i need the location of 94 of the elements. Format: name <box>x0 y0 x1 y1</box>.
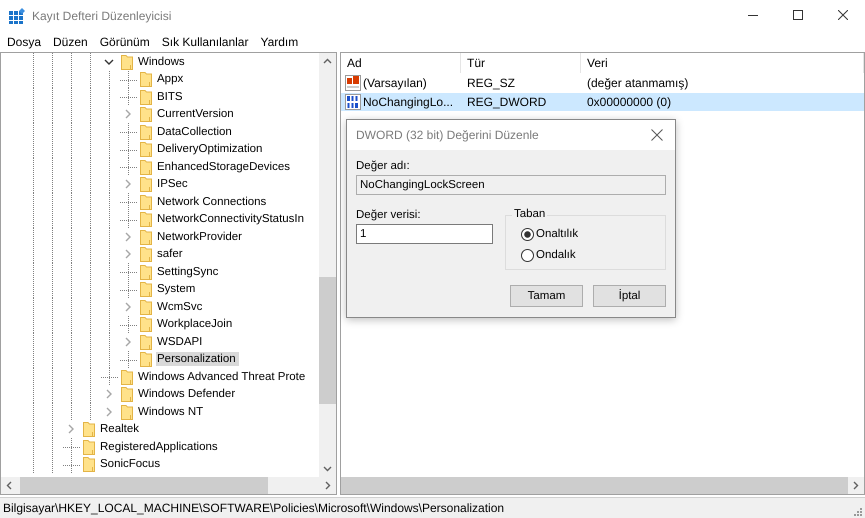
tree-item[interactable]: NetworkProvider <box>156 230 245 244</box>
radio-label[interactable]: Ondalık <box>536 249 576 261</box>
tree-item[interactable]: DataCollection <box>156 124 235 139</box>
menu-item[interactable]: Sık Kullanılanlar <box>156 33 254 51</box>
folder-icon <box>140 211 152 228</box>
menu-item[interactable]: Dosya <box>1 33 48 51</box>
folder-icon <box>140 264 152 280</box>
folder-icon <box>140 88 152 105</box>
tree-item[interactable]: Personalization <box>156 352 239 366</box>
folder-icon <box>83 438 95 455</box>
tree-item[interactable]: Windows Advanced Threat Prote <box>137 370 308 384</box>
radio-button[interactable] <box>521 228 534 240</box>
tree-item[interactable]: SettingSync <box>156 264 222 279</box>
chevron-left-icon[interactable] <box>6 481 12 490</box>
folder-icon <box>140 298 152 315</box>
folder-icon <box>121 404 133 420</box>
scrollbar-thumb[interactable] <box>20 477 268 494</box>
folder-icon <box>140 158 152 175</box>
folder-icon <box>140 281 152 298</box>
folder-icon <box>121 54 133 70</box>
registry-editor-icon <box>9 8 25 24</box>
tree-item[interactable]: EnhancedStorageDevices <box>156 160 293 174</box>
folder-icon <box>121 386 133 402</box>
folder-icon <box>140 246 152 262</box>
binary-value-icon <box>345 94 361 110</box>
close-icon[interactable] <box>651 129 663 141</box>
value-name-field[interactable]: NoChangingLockScreen <box>356 175 666 195</box>
value-data: (değer atanmamış) <box>587 76 688 90</box>
vertical-scrollbar[interactable] <box>319 53 336 477</box>
folder-icon <box>140 141 152 158</box>
menu-item[interactable]: Görünüm <box>94 33 156 51</box>
folder-icon <box>140 176 152 192</box>
tree-item[interactable]: safer <box>156 247 186 262</box>
folder-icon <box>140 228 152 245</box>
folder-icon <box>140 334 152 350</box>
tree-item[interactable]: DeliveryOptimization <box>156 142 266 156</box>
tree-item[interactable]: WcmSvc <box>156 300 206 314</box>
value-type: REG_SZ <box>467 76 516 90</box>
window-title: Kayıt Defteri Düzenleyicisi <box>32 9 172 23</box>
folder-icon <box>83 421 95 438</box>
tree-item[interactable]: Windows NT <box>137 404 206 419</box>
tree-item[interactable]: IPSec <box>156 177 191 192</box>
tree-item[interactable]: RegisteredApplications <box>99 440 221 454</box>
value-data: 0x00000000 (0) <box>587 95 672 109</box>
tree-item[interactable]: WorkplaceJoin <box>156 317 236 332</box>
column-header[interactable]: Ad <box>341 53 461 73</box>
value-row[interactable]: NoChangingLo... REG_DWORD 0x00000000 (0) <box>341 93 864 111</box>
tree-item[interactable]: Realtek <box>99 422 142 436</box>
value-name: (Varsayılan) <box>363 76 427 90</box>
dialog-button[interactable]: Tamam <box>510 285 583 307</box>
dialog-title: DWORD (32 bit) Değerini Düzenle <box>356 128 540 142</box>
folder-icon <box>121 368 133 385</box>
group-title: Taban <box>512 208 548 220</box>
value-row[interactable]: (Varsayılan) REG_SZ (değer atanmamış) <box>341 74 864 92</box>
column-header[interactable]: Tür <box>461 53 581 73</box>
chevron-right-icon[interactable] <box>325 481 331 490</box>
radio-button[interactable] <box>521 248 534 262</box>
tree-item[interactable]: Appx <box>156 72 186 86</box>
string-value-icon <box>345 75 361 91</box>
chevron-up-icon[interactable] <box>323 58 332 64</box>
tree-item[interactable]: Network Connections <box>156 194 270 209</box>
folder-icon <box>140 316 152 332</box>
chevron-right-icon[interactable] <box>853 481 859 490</box>
tree-item[interactable]: BITS <box>156 90 186 104</box>
tree-item[interactable]: WSDAPI <box>156 334 206 349</box>
folder-icon <box>140 194 152 210</box>
tree-item[interactable]: Windows <box>137 54 188 69</box>
tree-item[interactable]: Windows Defender <box>137 387 238 402</box>
tree-item[interactable]: NetworkConnectivityStatusIn <box>156 212 308 226</box>
menu-item[interactable]: Yardım <box>254 33 304 51</box>
folder-icon <box>140 124 152 140</box>
resize-grip-icon[interactable] <box>854 508 863 516</box>
radio-label[interactable]: Onaltılık <box>536 228 578 240</box>
chevron-down-icon[interactable] <box>323 466 332 472</box>
folder-icon <box>140 71 152 88</box>
folder-icon <box>140 351 152 368</box>
value-type: REG_DWORD <box>467 95 546 109</box>
folder-icon <box>140 106 152 122</box>
status-path: Bilgisayar\HKEY_LOCAL_MACHINE\SOFTWARE\Policies\Microsoft\Windows\Personalization <box>3 501 506 515</box>
tree-item[interactable]: CurrentVersion <box>156 107 237 122</box>
field-label: Değer adı: <box>356 160 411 172</box>
tree-item[interactable]: System <box>156 282 198 296</box>
menu-item[interactable]: Düzen <box>47 33 94 51</box>
value-data-field[interactable]: 1 <box>356 224 493 244</box>
folder-icon <box>83 456 95 472</box>
scrollbar-thumb[interactable] <box>319 277 336 404</box>
field-label: Değer verisi: <box>356 209 422 221</box>
horizontal-scrollbar[interactable] <box>1 477 336 494</box>
maximize-icon[interactable] <box>792 10 802 20</box>
column-header[interactable]: Veri <box>581 53 864 73</box>
tree-item[interactable]: SonicFocus <box>99 457 164 472</box>
close-icon[interactable] <box>838 10 848 20</box>
value-name: NoChangingLo... <box>363 95 454 109</box>
dialog-button[interactable]: İptal <box>593 285 666 307</box>
